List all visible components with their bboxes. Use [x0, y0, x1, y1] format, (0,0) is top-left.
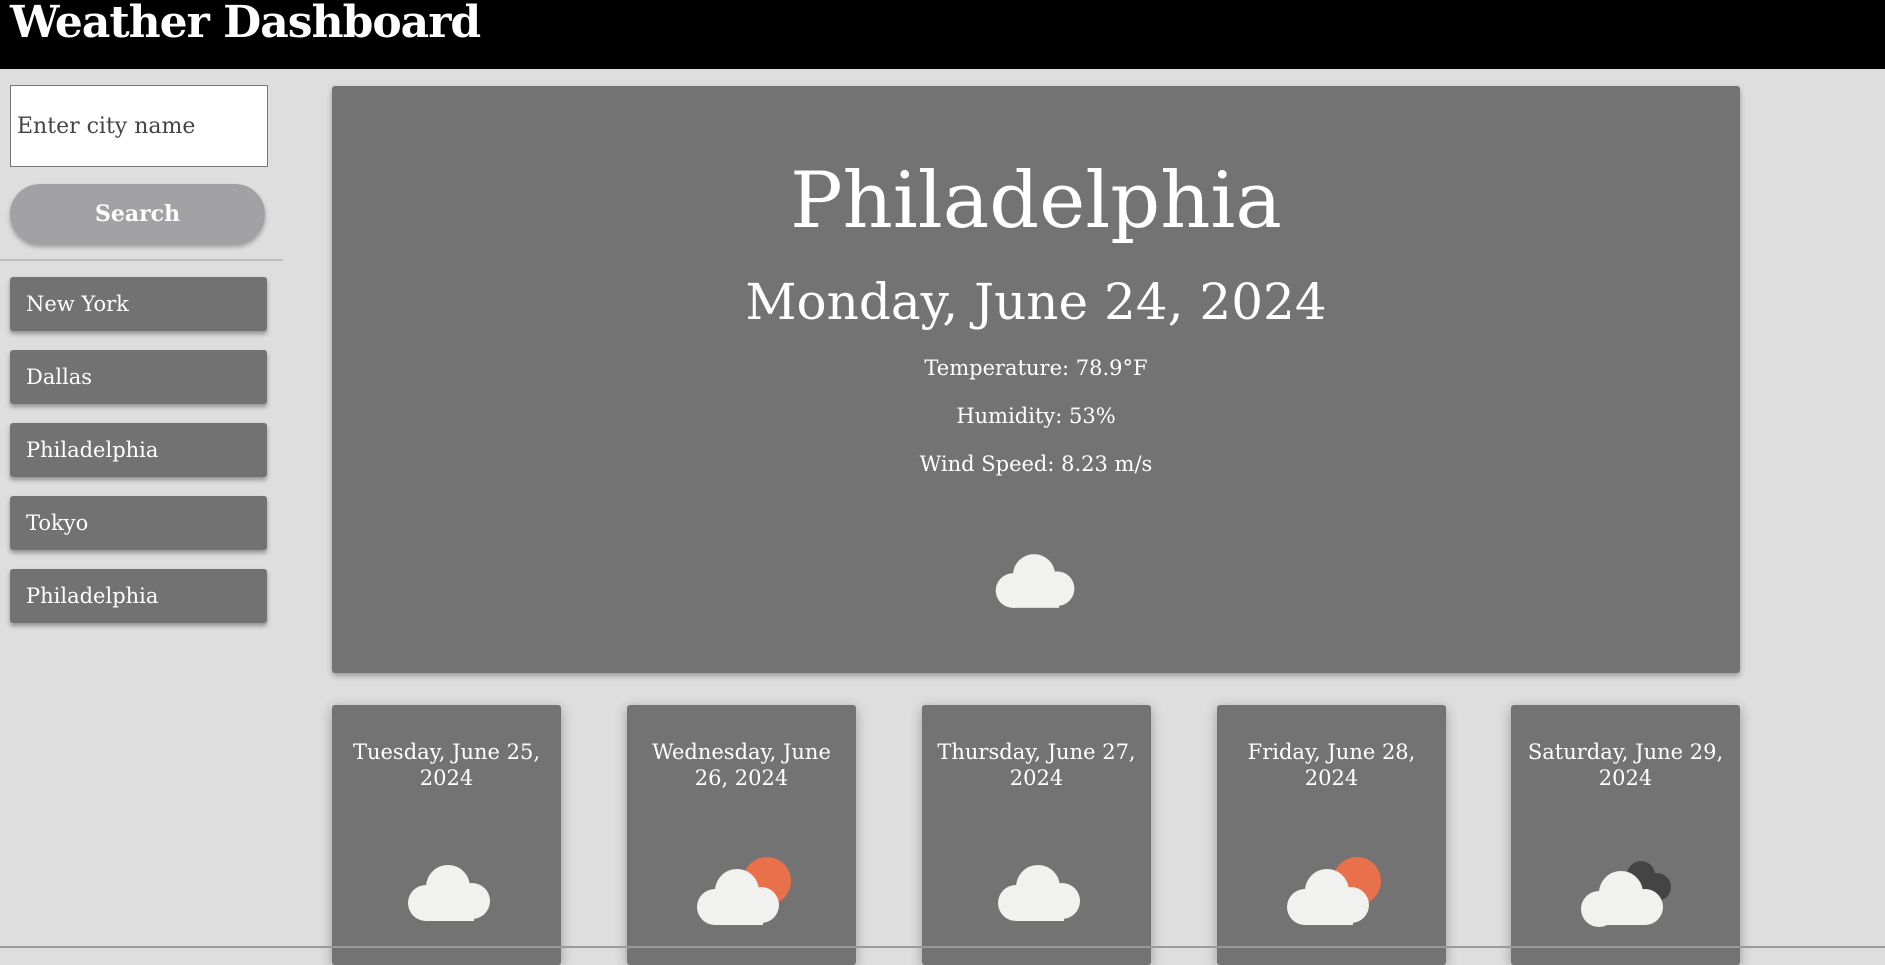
- history-item[interactable]: Philadelphia: [10, 423, 267, 477]
- forecast-card: Saturday, June 29, 2024: [1511, 705, 1740, 965]
- page-title: Weather Dashboard: [10, 0, 481, 48]
- forecast-card: Thursday, June 27, 2024: [922, 705, 1151, 965]
- history-item[interactable]: Philadelphia: [10, 569, 267, 623]
- cloud-icon: [995, 554, 1075, 608]
- current-temperature: Temperature: 78.9°F: [924, 356, 1148, 380]
- current-humidity: Humidity: 53%: [956, 404, 1116, 428]
- partly-sunny-icon: [1287, 857, 1381, 925]
- cloud-icon: [408, 865, 490, 921]
- forecast-date: Friday, June 28, 2024: [1247, 740, 1416, 790]
- forecast-date: Tuesday, June 25, 2024: [352, 740, 541, 790]
- app-header: Weather Dashboard: [0, 0, 1885, 69]
- cloud-icon: [998, 865, 1080, 921]
- current-date: Monday, June 24, 2024: [745, 273, 1327, 331]
- sidebar-divider: [0, 259, 283, 261]
- history-item[interactable]: Dallas: [10, 350, 267, 404]
- history-item[interactable]: New York: [10, 277, 267, 331]
- overcast-clouds-icon: [1581, 861, 1671, 927]
- current-weather-card: Philadelphia Monday, June 24, 2024 Tempe…: [332, 86, 1740, 673]
- current-wind-speed: Wind Speed: 8.23 m/s: [919, 452, 1153, 476]
- forecast-date: Saturday, June 29, 2024: [1527, 740, 1724, 790]
- partly-sunny-icon: [697, 857, 791, 925]
- forecast-card: Tuesday, June 25, 2024: [332, 705, 561, 965]
- current-city-name: Philadelphia: [790, 156, 1282, 246]
- forecast-date: Wednesday, June 26, 2024: [652, 740, 831, 790]
- history-item[interactable]: Tokyo: [10, 496, 267, 550]
- search-button[interactable]: Search: [10, 184, 265, 244]
- forecast-card: Wednesday, June 26, 2024: [627, 705, 856, 965]
- city-search-input[interactable]: [10, 85, 268, 167]
- search-history-list: New York Dallas Philadelphia Tokyo Phila…: [10, 277, 267, 642]
- forecast-card: Friday, June 28, 2024: [1217, 705, 1446, 965]
- forecast-date: Thursday, June 27, 2024: [937, 740, 1136, 790]
